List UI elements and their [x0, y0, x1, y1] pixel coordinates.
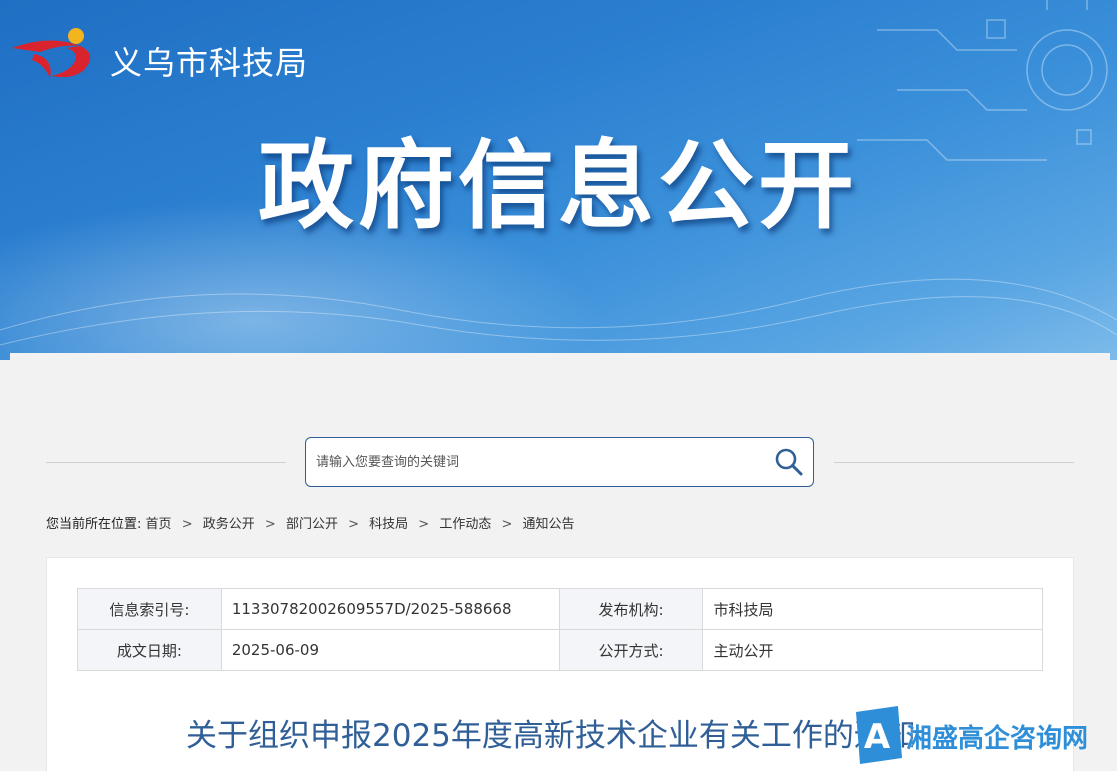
search-divider-left — [46, 462, 286, 463]
header-banner: 义乌市科技局 政府信息公开 — [0, 0, 1117, 360]
breadcrumb-separator: > — [348, 517, 359, 532]
table-row: 信息索引号: 11330782002609557D/2025-588668 发布… — [77, 588, 1043, 630]
breadcrumb-lead: 您当前所在位置: — [46, 517, 142, 532]
search-button[interactable] — [773, 447, 805, 479]
site-logo[interactable] — [10, 24, 105, 80]
watermark-logo-icon: A — [856, 706, 902, 764]
breadcrumb-separator: > — [501, 517, 513, 532]
breadcrumb: 您当前所在位置: 首页 > 政务公开 > 部门公开 > 科技局 > 工作动态 >… — [46, 513, 575, 532]
breadcrumb-department[interactable]: 部门公开 — [286, 517, 338, 532]
circuit-decoration-icon — [857, 0, 1108, 161]
breadcrumb-separator: > — [181, 517, 193, 532]
banner-wave-decoration — [0, 278, 1117, 346]
document-meta-table: 信息索引号: 11330782002609557D/2025-588668 发布… — [77, 588, 1043, 671]
breadcrumb-notices[interactable]: 通知公告 — [523, 517, 575, 532]
mode-label: 公开方式: — [558, 629, 704, 671]
search-divider-right — [834, 462, 1074, 463]
watermark: A 湘盛高企咨询网 — [850, 706, 1090, 766]
banner-title: 政府信息公开 — [258, 130, 858, 242]
index-value: 11330782002609557D/2025-588668 — [220, 588, 560, 630]
breadcrumb-separator: > — [418, 517, 430, 532]
breadcrumb-work-news[interactable]: 工作动态 — [439, 517, 491, 532]
table-row: 成文日期: 2025-06-09 公开方式: 主动公开 — [77, 629, 1043, 671]
org-label: 发布机构: — [558, 588, 704, 630]
date-value: 2025-06-09 — [220, 629, 560, 671]
breadcrumb-government-affairs[interactable]: 政务公开 — [203, 517, 255, 532]
breadcrumb-bureau[interactable]: 科技局 — [369, 517, 408, 532]
watermark-text: 湘盛高企咨询网 — [906, 724, 1089, 754]
date-label: 成文日期: — [77, 629, 222, 671]
index-label: 信息索引号: — [77, 588, 222, 630]
search-icon — [775, 448, 803, 476]
search-box — [305, 437, 814, 487]
breadcrumb-separator: > — [264, 517, 276, 532]
search-input[interactable] — [316, 438, 756, 486]
breadcrumb-home[interactable]: 首页 — [146, 517, 172, 532]
article-title: 关于组织申报2025年度高新技术企业有关工作的通知 — [186, 718, 916, 754]
org-value: 市科技局 — [702, 588, 1043, 630]
mode-value: 主动公开 — [702, 629, 1043, 671]
svg-text:A: A — [864, 717, 891, 757]
site-name[interactable]: 义乌市科技局 — [110, 38, 308, 84]
